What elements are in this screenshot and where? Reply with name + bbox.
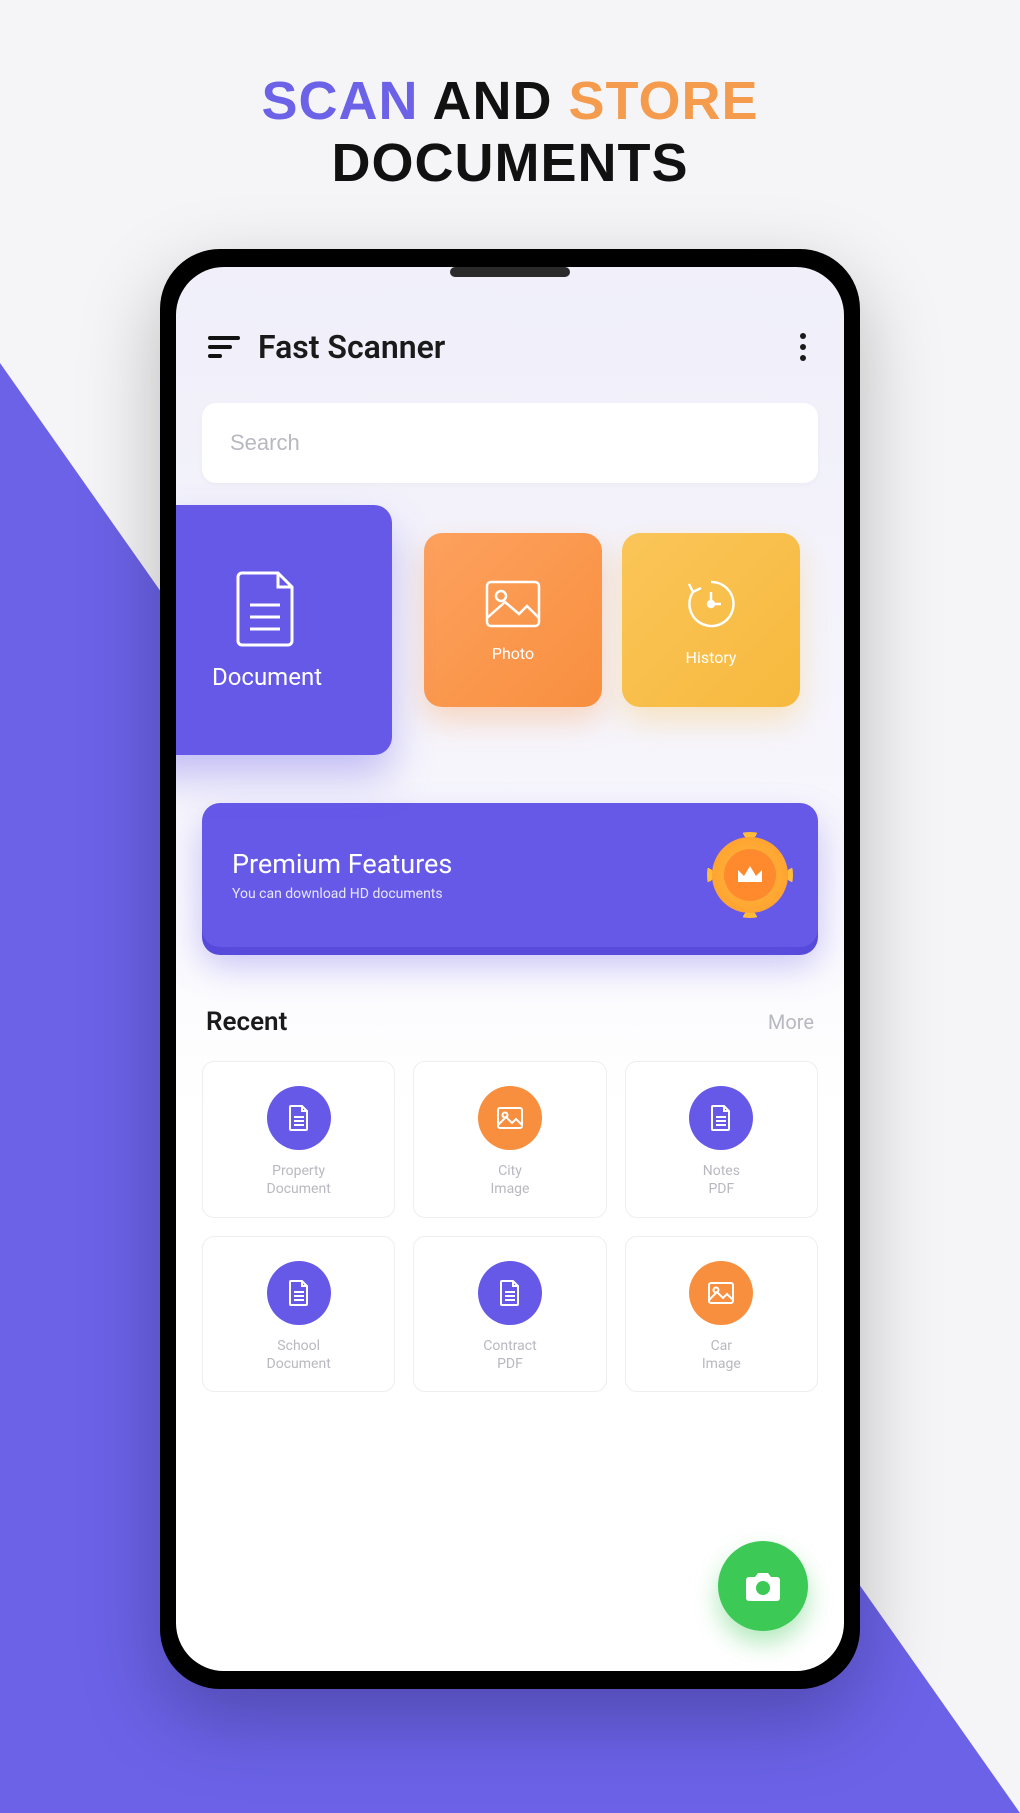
document-icon bbox=[478, 1261, 542, 1325]
recent-item[interactable]: Property Document bbox=[202, 1061, 395, 1217]
more-options-icon[interactable] bbox=[794, 327, 812, 367]
category-photo[interactable]: Photo bbox=[424, 533, 602, 707]
recent-grid: Property Document City Image Notes PDF Scho… bbox=[202, 1061, 818, 1392]
premium-subtitle: You can download HD documents bbox=[232, 886, 712, 902]
recent-header: Recent More bbox=[202, 1007, 818, 1037]
recent-item-label: Contract PDF bbox=[483, 1337, 536, 1373]
premium-banner[interactable]: Premium Features You can download HD doc… bbox=[202, 803, 818, 947]
headline-word-1: SCAN bbox=[261, 71, 418, 131]
recent-item-label: School Document bbox=[267, 1337, 331, 1373]
scan-fab-button[interactable] bbox=[718, 1541, 808, 1631]
document-icon bbox=[267, 1261, 331, 1325]
menu-icon[interactable] bbox=[208, 336, 240, 358]
category-document[interactable]: Document bbox=[176, 505, 392, 755]
recent-item[interactable]: Contract PDF bbox=[413, 1236, 606, 1392]
phone-frame: Fast Scanner Document bbox=[160, 249, 860, 1689]
search-input[interactable] bbox=[230, 430, 790, 456]
app-header: Fast Scanner bbox=[202, 327, 818, 367]
search-box[interactable] bbox=[202, 403, 818, 483]
recent-item[interactable]: School Document bbox=[202, 1236, 395, 1392]
category-document-label: Document bbox=[212, 663, 322, 691]
recent-item[interactable]: Notes PDF bbox=[625, 1061, 818, 1217]
recent-item-label: Car Image bbox=[702, 1337, 741, 1373]
headline-word-3: STORE bbox=[568, 71, 758, 131]
recent-title: Recent bbox=[206, 1007, 287, 1037]
app-title: Fast Scanner bbox=[258, 328, 776, 366]
recent-item-label: City Image bbox=[490, 1162, 529, 1198]
document-icon bbox=[267, 1086, 331, 1150]
recent-item[interactable]: Car Image bbox=[625, 1236, 818, 1392]
image-icon bbox=[483, 578, 543, 630]
marketing-headline: SCAN AND STORE DOCUMENTS bbox=[0, 0, 1020, 194]
image-icon bbox=[478, 1086, 542, 1150]
app-screen: Fast Scanner Document bbox=[176, 267, 844, 1671]
image-icon bbox=[689, 1261, 753, 1325]
recent-more-link[interactable]: More bbox=[768, 1010, 814, 1034]
history-icon bbox=[681, 574, 741, 634]
phone-speaker bbox=[450, 267, 570, 277]
category-row: Document Photo History bbox=[202, 519, 818, 759]
category-history[interactable]: History bbox=[622, 533, 800, 707]
crown-badge-icon bbox=[712, 837, 788, 913]
document-icon bbox=[689, 1086, 753, 1150]
recent-item-label: Property Document bbox=[267, 1162, 331, 1198]
recent-item-label: Notes PDF bbox=[703, 1162, 740, 1198]
category-history-label: History bbox=[686, 648, 737, 667]
camera-icon bbox=[743, 1569, 783, 1603]
premium-title: Premium Features bbox=[232, 848, 712, 880]
headline-word-2: AND bbox=[432, 71, 552, 131]
recent-item[interactable]: City Image bbox=[413, 1061, 606, 1217]
document-icon bbox=[234, 569, 300, 649]
headline-word-4: DOCUMENTS bbox=[0, 132, 1020, 194]
category-photo-label: Photo bbox=[492, 644, 534, 663]
